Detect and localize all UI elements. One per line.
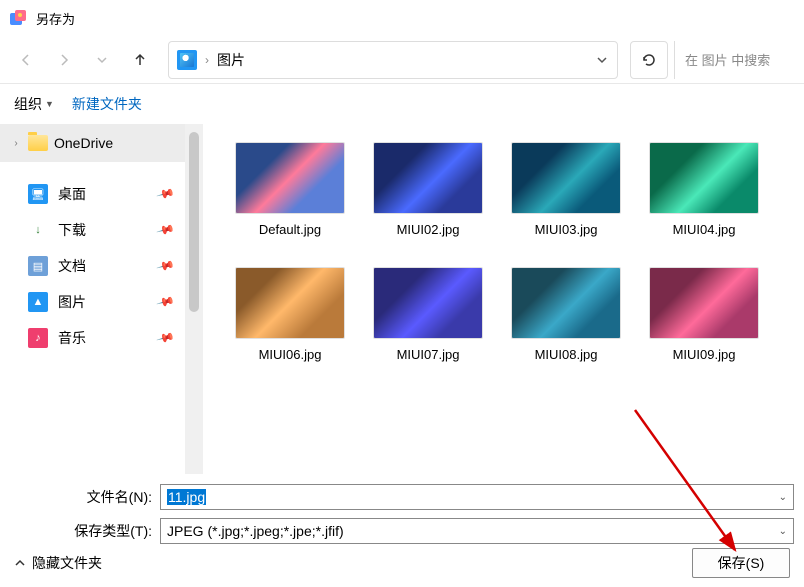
sidebar-icon: ▲ bbox=[28, 292, 48, 312]
sidebar: › OneDrive 🖥 桌面 📌 ↓ 下载 📌 ▤ 文档 📌 ▲ 图片 📌 ♪ 音乐 📌 bbox=[0, 124, 185, 474]
pin-icon: 📌 bbox=[156, 220, 176, 240]
file-name: MIUI03.jpg bbox=[535, 222, 598, 237]
breadcrumb-separator-icon: › bbox=[205, 53, 209, 67]
organize-menu[interactable]: 组织 ▼ bbox=[14, 94, 54, 114]
file-thumbnail bbox=[649, 267, 759, 339]
forward-button[interactable] bbox=[48, 44, 80, 76]
file-name: MIUI06.jpg bbox=[259, 347, 322, 362]
folder-icon bbox=[28, 135, 48, 151]
chevron-down-icon[interactable]: ⌄ bbox=[779, 526, 787, 537]
sidebar-item[interactable]: ▤ 文档 📌 bbox=[0, 248, 185, 284]
file-name: MIUI08.jpg bbox=[535, 347, 598, 362]
filename-label: 文件名(N): bbox=[10, 487, 160, 507]
chevron-up-icon bbox=[14, 557, 26, 569]
save-button[interactable]: 保存(S) bbox=[692, 548, 790, 578]
filetype-label: 保存类型(T): bbox=[10, 521, 160, 541]
chevron-down-icon[interactable] bbox=[595, 53, 609, 67]
back-button[interactable] bbox=[10, 44, 42, 76]
file-item[interactable]: MIUI08.jpg bbox=[497, 267, 635, 362]
sidebar-icon: ↓ bbox=[28, 220, 48, 240]
filetype-value: JPEG (*.jpg;*.jpeg;*.jpe;*.jfif) bbox=[167, 523, 344, 539]
toolbar: 组织 ▼ 新建文件夹 bbox=[0, 84, 804, 124]
filename-input[interactable]: 11.jpg ⌄ bbox=[160, 484, 794, 510]
form-area: 文件名(N): 11.jpg ⌄ 保存类型(T): JPEG (*.jpg;*.… bbox=[0, 474, 804, 544]
file-name: MIUI07.jpg bbox=[397, 347, 460, 362]
file-item[interactable]: MIUI09.jpg bbox=[635, 267, 773, 362]
file-name: Default.jpg bbox=[259, 222, 321, 237]
chevron-right-icon[interactable]: › bbox=[10, 138, 22, 149]
file-thumbnail bbox=[373, 142, 483, 214]
window-title: 另存为 bbox=[36, 9, 75, 28]
file-name: MIUI02.jpg bbox=[397, 222, 460, 237]
file-thumbnail bbox=[235, 142, 345, 214]
chevron-down-icon[interactable]: ⌄ bbox=[779, 492, 787, 503]
footer: 隐藏文件夹 保存(S) bbox=[0, 539, 804, 587]
filename-value: 11.jpg bbox=[167, 489, 206, 505]
pin-icon: 📌 bbox=[156, 256, 176, 276]
scrollbar-thumb[interactable] bbox=[189, 132, 199, 312]
file-item[interactable]: Default.jpg bbox=[221, 142, 359, 237]
search-input[interactable]: 在 图片 中搜索 bbox=[674, 41, 794, 79]
file-thumbnail bbox=[235, 267, 345, 339]
sidebar-icon: ▤ bbox=[28, 256, 48, 276]
chevron-down-icon: ▼ bbox=[45, 99, 54, 109]
file-thumbnail bbox=[373, 267, 483, 339]
refresh-button[interactable] bbox=[630, 41, 668, 79]
sidebar-item-label: 文档 bbox=[58, 256, 86, 276]
file-item[interactable]: MIUI04.jpg bbox=[635, 142, 773, 237]
file-item[interactable]: MIUI06.jpg bbox=[221, 267, 359, 362]
sidebar-item-label: 桌面 bbox=[58, 184, 86, 204]
file-name: MIUI09.jpg bbox=[673, 347, 736, 362]
file-thumbnail bbox=[649, 142, 759, 214]
sidebar-scrollbar[interactable] bbox=[185, 124, 203, 474]
body: › OneDrive 🖥 桌面 📌 ↓ 下载 📌 ▤ 文档 📌 ▲ 图片 📌 ♪ 音乐 📌 Default.… bbox=[0, 124, 804, 474]
sidebar-icon: ♪ bbox=[28, 328, 48, 348]
sidebar-item-onedrive[interactable]: › OneDrive bbox=[0, 124, 185, 162]
recent-dropdown[interactable] bbox=[86, 44, 118, 76]
hide-folders-button[interactable]: 隐藏文件夹 bbox=[14, 553, 102, 573]
nav-row: › 图片 在 图片 中搜索 bbox=[0, 36, 804, 84]
new-folder-button[interactable]: 新建文件夹 bbox=[72, 94, 142, 114]
app-icon bbox=[8, 8, 28, 28]
sidebar-item[interactable]: 🖥 桌面 📌 bbox=[0, 176, 185, 212]
sidebar-item[interactable]: ↓ 下载 📌 bbox=[0, 212, 185, 248]
file-item[interactable]: MIUI03.jpg bbox=[497, 142, 635, 237]
sidebar-item-label: 下载 bbox=[58, 220, 86, 240]
sidebar-item-label: 音乐 bbox=[58, 328, 86, 348]
sidebar-item-label: 图片 bbox=[58, 292, 86, 312]
pin-icon: 📌 bbox=[156, 328, 176, 348]
titlebar: 另存为 bbox=[0, 0, 804, 36]
up-button[interactable] bbox=[124, 44, 156, 76]
pin-icon: 📌 bbox=[156, 292, 176, 312]
pin-icon: 📌 bbox=[156, 184, 176, 204]
file-item[interactable]: MIUI02.jpg bbox=[359, 142, 497, 237]
pictures-folder-icon bbox=[177, 50, 197, 70]
sidebar-item[interactable]: ▲ 图片 📌 bbox=[0, 284, 185, 320]
file-thumbnail bbox=[511, 142, 621, 214]
file-pane[interactable]: Default.jpg MIUI02.jpg MIUI03.jpg MIUI04.jp… bbox=[203, 124, 804, 474]
file-item[interactable]: MIUI07.jpg bbox=[359, 267, 497, 362]
sidebar-item[interactable]: ♪ 音乐 📌 bbox=[0, 320, 185, 356]
breadcrumb-folder[interactable]: 图片 bbox=[217, 50, 245, 70]
sidebar-icon: 🖥 bbox=[28, 184, 48, 204]
address-bar[interactable]: › 图片 bbox=[168, 41, 618, 79]
file-name: MIUI04.jpg bbox=[673, 222, 736, 237]
file-thumbnail bbox=[511, 267, 621, 339]
